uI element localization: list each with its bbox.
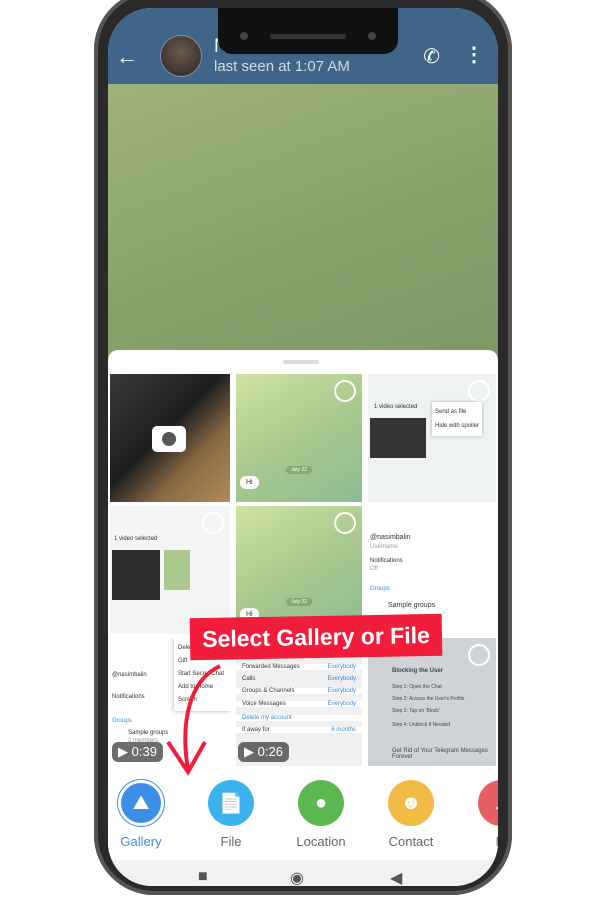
select-circle[interactable] [334,380,356,402]
music-button[interactable]: ♫M [456,780,498,849]
more-options-icon[interactable]: ⋮ [464,42,484,67]
select-circle[interactable] [334,512,356,534]
sheet-drag-handle[interactable] [283,360,319,364]
music-icon: ♫ [478,780,498,826]
camera-icon [152,426,186,452]
camera-tile[interactable] [110,374,230,502]
file-button[interactable]: 📄 File [186,780,276,849]
phone-call-icon[interactable]: ✆ [423,44,440,69]
gallery-photo[interactable]: 1 video selected Send as file Hide with s… [368,374,496,502]
avatar[interactable] [160,35,202,77]
gallery-photo[interactable]: Blocking the User Step 1: Open the Chat … [368,638,496,766]
system-nav-bar: ■ ◉ ◀ [108,860,498,886]
video-duration: ▶ 0:26 [238,742,289,762]
location-pin-icon: ● [298,780,344,826]
gallery-photo[interactable]: 1 video selected [110,506,230,634]
select-circle[interactable] [468,644,490,666]
last-seen-status: last seen at 1:07 AM [214,58,350,75]
back-arrow-icon[interactable]: ← [116,44,138,70]
gallery-photo[interactable]: July 22 Hi [236,374,362,502]
recents-icon[interactable]: ■ [198,868,208,886]
select-circle[interactable] [468,380,490,402]
gallery-button[interactable]: ⛰ Gallery [108,780,186,849]
arrow-curve [183,664,221,771]
annotation-arrow [166,664,221,776]
location-button[interactable]: ● Location [276,780,366,849]
play-icon: ▶ [244,744,254,759]
notch [218,8,398,54]
select-circle[interactable] [202,512,224,534]
file-icon: 📄 [208,780,254,826]
away-label: If away for [242,727,270,733]
back-nav-icon[interactable]: ◀ [390,868,402,886]
home-icon[interactable]: ◉ [290,868,304,886]
chat-background [108,84,498,364]
annotation-banner: Select Gallery or File [189,613,443,661]
contact-button[interactable]: ☻ Contact [366,780,456,849]
attachment-bar: ⛰Gallery 📄File ●Location ☻Contact ♫M [108,768,498,860]
contact-icon: ☻ [388,780,434,826]
play-icon: ▶ [118,744,128,759]
gallery-icon: ⛰ [118,780,164,826]
